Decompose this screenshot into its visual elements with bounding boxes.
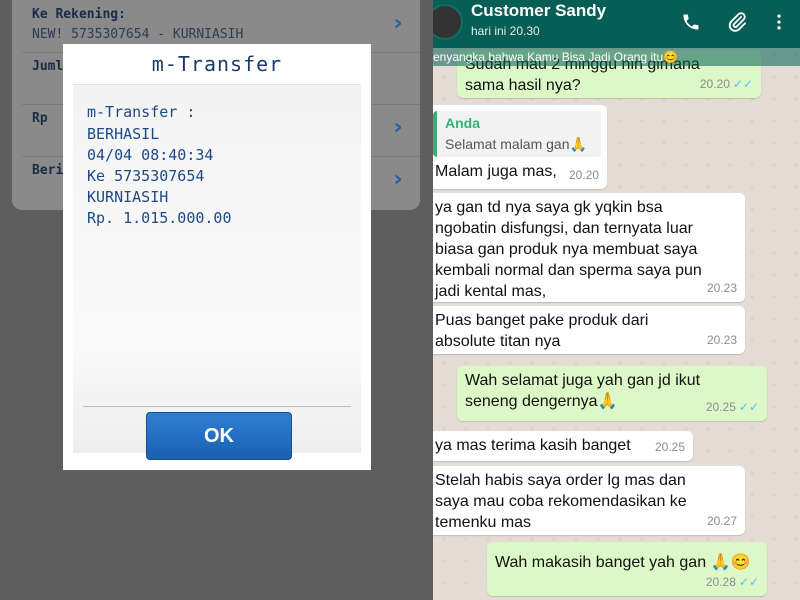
message-text: Wah makasih banget yah gan 🙏😊	[495, 554, 751, 571]
more-vert-icon[interactable]	[765, 8, 793, 36]
dialog-title: m-Transfer	[151, 52, 283, 76]
ticker-banner: enyangka bahwa Kamu Bisa Jadi Orang itu😊	[433, 48, 800, 66]
chat-header: Customer Sandy hari ini 20.30	[433, 0, 800, 48]
double-check-icon: ✓✓	[732, 77, 753, 91]
message-time: 20.20	[568, 168, 599, 182]
dialog-divider	[83, 406, 351, 407]
chevron-right-icon[interactable]: ›	[388, 116, 408, 140]
message-line: 04/04 08:40:34	[87, 146, 214, 164]
message-line: Ke 5735307654	[87, 167, 205, 185]
transfer-result-dialog: m-Transfer m-Transfer : BERHASIL 04/04 0…	[63, 44, 371, 470]
message-time: 20.23	[706, 333, 737, 347]
message-time: 20.23	[706, 281, 737, 295]
field-label: Rp	[32, 111, 48, 126]
message-time: 20.25 ✓✓	[705, 400, 759, 414]
double-check-icon: ✓✓	[738, 575, 759, 589]
message-text: ya gan td nya saya gk yqkin bsa ngobatin…	[435, 199, 702, 300]
message-bubble-incoming[interactable]: ya gan td nya saya gk yqkin bsa ngobatin…	[433, 193, 745, 302]
chevron-right-icon[interactable]: ›	[388, 168, 408, 192]
message-bubble-incoming[interactable]: ya mas terima kasih banget 20.25	[433, 431, 693, 461]
message-time: 20.27	[706, 514, 737, 528]
message-time: 20.25	[654, 440, 685, 454]
message-bubble-incoming[interactable]: Puas banget pake produk dari absolute ti…	[433, 306, 745, 354]
message-bubble-outgoing[interactable]: Wah makasih banget yah gan 🙏😊 20.28 ✓✓	[487, 542, 767, 596]
phone-icon[interactable]	[677, 8, 705, 36]
quoted-message[interactable]: Anda Selamat malam gan🙏	[433, 111, 601, 157]
quote-text: Selamat malam gan🙏	[445, 136, 587, 152]
message-line: KURNIASIH	[87, 188, 169, 206]
message-bubble-incoming[interactable]: Anda Selamat malam gan🙏 Malam juga mas, …	[433, 105, 607, 189]
message-time: 20.20 ✓✓	[699, 77, 753, 91]
avatar[interactable]	[433, 4, 463, 40]
dialog-message-panel: m-Transfer : BERHASIL 04/04 08:40:34 Ke …	[73, 84, 361, 453]
quote-author: Anda	[445, 115, 480, 131]
field-label: Ke Rekening:	[32, 7, 126, 22]
field-value: NEW! 5735307654 - KURNIASIH	[32, 27, 244, 42]
message-line: BERHASIL	[87, 125, 160, 143]
message-time: 20.28 ✓✓	[705, 575, 759, 589]
contact-name[interactable]: Customer Sandy	[471, 1, 606, 21]
chat-screen: Sudah mau 2 minggu nih gimana sama hasil…	[433, 0, 800, 600]
chevron-right-icon[interactable]: ›	[388, 12, 408, 36]
last-seen-status: hari ini 20.30	[471, 24, 540, 38]
message-text: Stelah habis saya order lg mas dan saya …	[435, 472, 687, 531]
attach-icon[interactable]	[723, 8, 751, 36]
bank-app-screen: Ke Rekening: NEW! 5735307654 - KURNIASIH…	[0, 0, 433, 600]
message-bubble-incoming[interactable]: Stelah habis saya order lg mas dan saya …	[433, 466, 745, 535]
message-text: ya mas terima kasih banget	[435, 437, 631, 454]
message-line: m-Transfer :	[87, 103, 196, 121]
message-text: Puas banget pake produk dari absolute ti…	[435, 312, 649, 350]
message-bubble-outgoing[interactable]: Wah selamat juga yah gan jd ikut seneng …	[457, 366, 767, 421]
double-check-icon: ✓✓	[738, 400, 759, 414]
ok-button[interactable]: OK	[146, 412, 292, 460]
message-line: Rp. 1.015.000.00	[87, 209, 232, 227]
